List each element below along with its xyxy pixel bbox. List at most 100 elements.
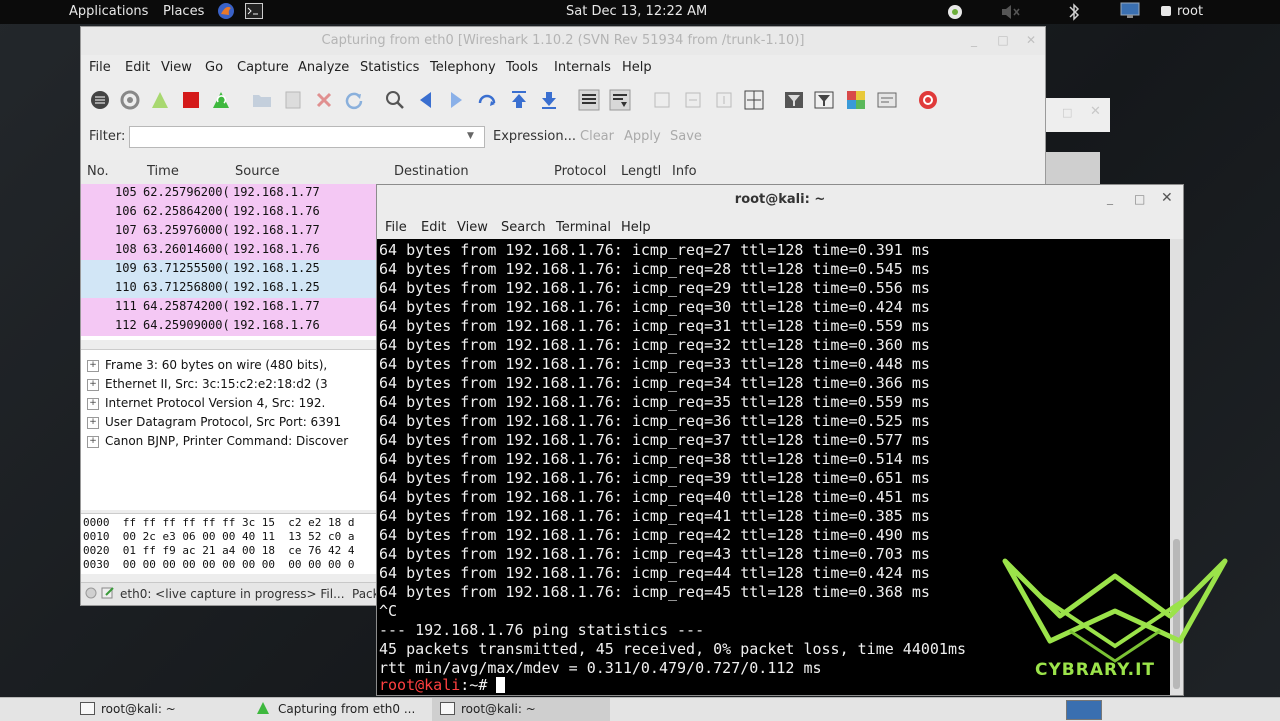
menu-view[interactable]: View: [161, 60, 192, 75]
applications-menu[interactable]: Applications: [69, 4, 148, 19]
detail-row-bjnp[interactable]: + Canon BJNP, Printer Command: Discover: [87, 434, 348, 448]
window-title[interactable]: Capturing from eth0 [Wireshark 1.10.2 (S…: [81, 27, 1045, 55]
resize-columns-icon[interactable]: [743, 89, 765, 111]
table-row[interactable]: 106 62.25864200(192.168.1.76: [81, 203, 381, 222]
column-no[interactable]: No.: [87, 164, 109, 179]
table-row[interactable]: 109 63.71255500(192.168.1.25: [81, 260, 381, 279]
edit-comment-icon[interactable]: [101, 586, 115, 603]
window-title[interactable]: root@kali: ~: [377, 185, 1183, 215]
open-file-icon[interactable]: [251, 89, 273, 111]
bluetooth-icon[interactable]: [1067, 2, 1081, 26]
restart-capture-icon[interactable]: [210, 89, 232, 111]
menu-view[interactable]: View: [457, 220, 488, 235]
table-row[interactable]: 111 64.25874200(192.168.1.77: [81, 298, 381, 317]
display-filters-icon[interactable]: [813, 89, 835, 111]
apply-button[interactable]: Apply: [624, 129, 661, 144]
detail-row-frame[interactable]: + Frame 3: 60 bytes on wire (480 bits),: [87, 358, 327, 372]
table-row[interactable]: 110 63.71256800(192.168.1.25: [81, 279, 381, 298]
terminal-prompt[interactable]: root@kali:~#: [379, 676, 506, 695]
column-length[interactable]: Lengtl: [621, 164, 661, 179]
go-forward-icon[interactable]: [445, 89, 467, 111]
taskbar-item-wireshark[interactable]: Capturing from eth0 ...: [256, 698, 415, 721]
menu-edit[interactable]: Edit: [125, 60, 150, 75]
colorize-icon[interactable]: [578, 89, 600, 111]
expand-icon[interactable]: +: [87, 397, 99, 410]
menu-file[interactable]: File: [385, 220, 407, 235]
menu-edit[interactable]: Edit: [421, 220, 446, 235]
menu-terminal[interactable]: Terminal: [556, 220, 611, 235]
go-back-icon[interactable]: [415, 89, 437, 111]
go-first-packet-icon[interactable]: [508, 89, 530, 111]
close-icon[interactable]: ✕: [1090, 104, 1101, 119]
save-button[interactable]: Save: [670, 129, 702, 144]
menu-file[interactable]: File: [89, 60, 111, 75]
packet-bytes-pane[interactable]: 0000 ff ff ff ff ff ff 3c 15 c2 e2 18 d …: [81, 513, 381, 574]
network-icon[interactable]: [1120, 2, 1140, 24]
filter-input[interactable]: [129, 126, 485, 148]
close-icon[interactable]: ✕: [1161, 190, 1173, 206]
help-icon[interactable]: [917, 89, 939, 111]
maximize-icon[interactable]: □: [1134, 192, 1145, 206]
go-to-packet-icon[interactable]: [476, 89, 498, 111]
menu-help[interactable]: Help: [621, 220, 651, 235]
close-file-icon[interactable]: [313, 89, 335, 111]
volume-muted-icon[interactable]: [1000, 3, 1022, 25]
iceweasel-icon[interactable]: [217, 2, 235, 24]
table-row[interactable]: 108 63.26014600(192.168.1.76: [81, 241, 381, 260]
auto-scroll-icon[interactable]: [609, 89, 631, 111]
minimize-icon[interactable]: _: [967, 33, 981, 47]
expand-icon[interactable]: +: [87, 416, 99, 429]
close-icon[interactable]: ✕: [1024, 33, 1038, 47]
interfaces-icon[interactable]: [89, 89, 111, 111]
zoom-in-icon[interactable]: [651, 89, 673, 111]
column-info[interactable]: Info: [672, 164, 697, 179]
workspace-switcher[interactable]: [1066, 700, 1102, 720]
menu-telephony[interactable]: Telephony: [430, 60, 496, 75]
terminal-launcher-icon[interactable]: [245, 3, 263, 23]
stop-capture-icon[interactable]: [180, 89, 202, 111]
background-window-2[interactable]: [1044, 152, 1100, 184]
chevron-down-icon[interactable]: ▼: [467, 131, 479, 143]
table-row[interactable]: 107 63.25976000(192.168.1.77: [81, 222, 381, 241]
detail-row-udp[interactable]: + User Datagram Protocol, Src Port: 6391: [87, 415, 341, 429]
menu-search[interactable]: Search: [501, 220, 546, 235]
background-window[interactable]: □ ✕: [1044, 98, 1110, 132]
reload-icon[interactable]: [343, 89, 365, 111]
maximize-icon[interactable]: □: [1062, 106, 1072, 119]
normal-size-icon[interactable]: [713, 89, 735, 111]
minimize-icon[interactable]: _: [1107, 191, 1113, 205]
go-last-packet-icon[interactable]: [538, 89, 560, 111]
clock[interactable]: Sat Dec 13, 12:22 AM: [566, 4, 707, 19]
column-protocol[interactable]: Protocol: [554, 164, 606, 179]
preferences-icon[interactable]: [876, 89, 898, 111]
table-row[interactable]: 112 64.25909000(192.168.1.76: [81, 317, 381, 336]
menu-statistics[interactable]: Statistics: [360, 60, 419, 75]
column-time[interactable]: Time: [147, 164, 179, 179]
find-packet-icon[interactable]: [384, 89, 406, 111]
capture-filters-icon[interactable]: [783, 89, 805, 111]
places-menu[interactable]: Places: [163, 4, 204, 19]
taskbar-item-terminal-2[interactable]: root@kali: ~: [432, 698, 610, 721]
coloring-rules-icon[interactable]: [845, 89, 867, 111]
detail-row-ethernet[interactable]: + Ethernet II, Src: 3c:15:c2:e2:18:d2 (3: [87, 377, 328, 391]
expand-icon[interactable]: +: [87, 435, 99, 448]
menu-capture[interactable]: Capture: [237, 60, 289, 75]
expand-icon[interactable]: +: [87, 378, 99, 391]
table-row[interactable]: 105 62.25796200(192.168.1.77: [81, 184, 381, 203]
maximize-icon[interactable]: □: [996, 33, 1010, 47]
menu-tools[interactable]: Tools: [506, 60, 538, 75]
menu-help[interactable]: Help: [622, 60, 652, 75]
menu-go[interactable]: Go: [205, 60, 223, 75]
column-destination[interactable]: Destination: [394, 164, 469, 179]
zoom-out-icon[interactable]: [682, 89, 704, 111]
taskbar-item-terminal-1[interactable]: root@kali: ~: [80, 698, 176, 721]
applet-icon[interactable]: [946, 3, 964, 25]
capture-options-icon[interactable]: [119, 89, 141, 111]
menu-analyze[interactable]: Analyze: [298, 60, 349, 75]
clear-button[interactable]: Clear: [580, 129, 614, 144]
user-menu[interactable]: root: [1177, 4, 1203, 19]
packet-details-pane[interactable]: + Frame 3: 60 bytes on wire (480 bits), +…: [81, 349, 381, 510]
expand-icon[interactable]: +: [87, 359, 99, 372]
expression-button[interactable]: Expression...: [493, 129, 576, 144]
start-capture-icon[interactable]: [149, 89, 171, 111]
